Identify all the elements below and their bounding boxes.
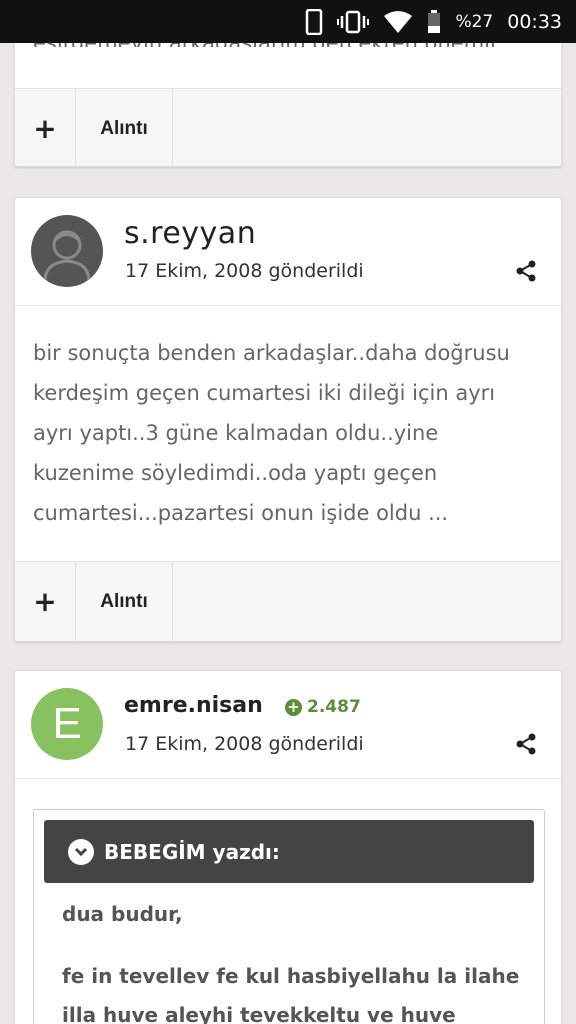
post-header: E emre.nisan + 2.487 17 Ekim, 2008 gönde… — [15, 671, 561, 779]
reputation-count: 2.487 — [307, 697, 361, 717]
quote-line: fe in tevellev fe kul hasbiyellahu la il… — [62, 964, 520, 988]
post-body: bir sonuçta benden arkadaşlar..daha doğr… — [33, 333, 548, 533]
quote-line: dua budur, — [62, 902, 183, 926]
avatar[interactable]: E — [31, 688, 103, 760]
share-icon[interactable] — [515, 260, 537, 282]
post-line: bir sonuçta benden arkadaşlar..daha doğr… — [33, 341, 510, 365]
add-button[interactable]: + — [15, 89, 76, 166]
default-user-icon — [43, 230, 91, 282]
username[interactable]: emre.nisan — [124, 693, 263, 718]
chevron-down-icon[interactable] — [68, 838, 94, 865]
post-line: kerdeşim geçen cumartesi iki dileği için… — [33, 381, 496, 405]
post-header: s.reyyan 17 Ekim, 2008 gönderildi — [15, 198, 561, 306]
add-button[interactable]: + — [15, 562, 76, 641]
quote-button[interactable]: Alıntı — [76, 562, 173, 641]
clock: 00:33 — [507, 10, 562, 33]
share-icon[interactable] — [515, 733, 537, 755]
post-actions: + Alıntı — [15, 88, 561, 166]
quote-block: BEBEGİM yazdı: dua budur, fe in tevellev… — [33, 809, 545, 1024]
status-bar: %27 00:33 — [0, 0, 576, 43]
vibrate-icon — [337, 10, 370, 34]
post-actions: + Alıntı — [15, 561, 561, 641]
quote-author: BEBEGİM yazdı: — [104, 839, 280, 864]
plus-circle-icon: + — [285, 698, 302, 716]
post-line: ayrı yaptı..3 güne kalmadan oldu..yine — [33, 421, 439, 445]
wifi-icon — [383, 10, 413, 34]
post-card: E emre.nisan + 2.487 17 Ekim, 2008 gönde… — [14, 670, 562, 1024]
reputation-badge: + 2.487 — [285, 697, 361, 717]
post-card: s.reyyan 17 Ekim, 2008 gönderildi bir so… — [14, 197, 562, 642]
post-line: cumartesi...pazartesi onun işide oldu ..… — [33, 501, 449, 525]
username[interactable]: s.reyyan — [124, 216, 256, 251]
battery-percent: %27 — [455, 11, 494, 32]
quote-header[interactable]: BEBEGİM yazdı: — [44, 820, 534, 883]
phone-icon — [305, 8, 323, 35]
post-date: 17 Ekim, 2008 gönderildi — [125, 733, 364, 755]
post-line: kuzenime söyledimdi..oda yaptı geçen — [33, 461, 438, 485]
quote-line: illa huve aleyhi tevekkeltu ve huve — [62, 1003, 456, 1024]
quote-button[interactable]: Alıntı — [76, 89, 173, 166]
post-date: 17 Ekim, 2008 gönderildi — [125, 260, 364, 282]
avatar[interactable] — [31, 215, 103, 287]
battery-icon — [427, 9, 441, 34]
